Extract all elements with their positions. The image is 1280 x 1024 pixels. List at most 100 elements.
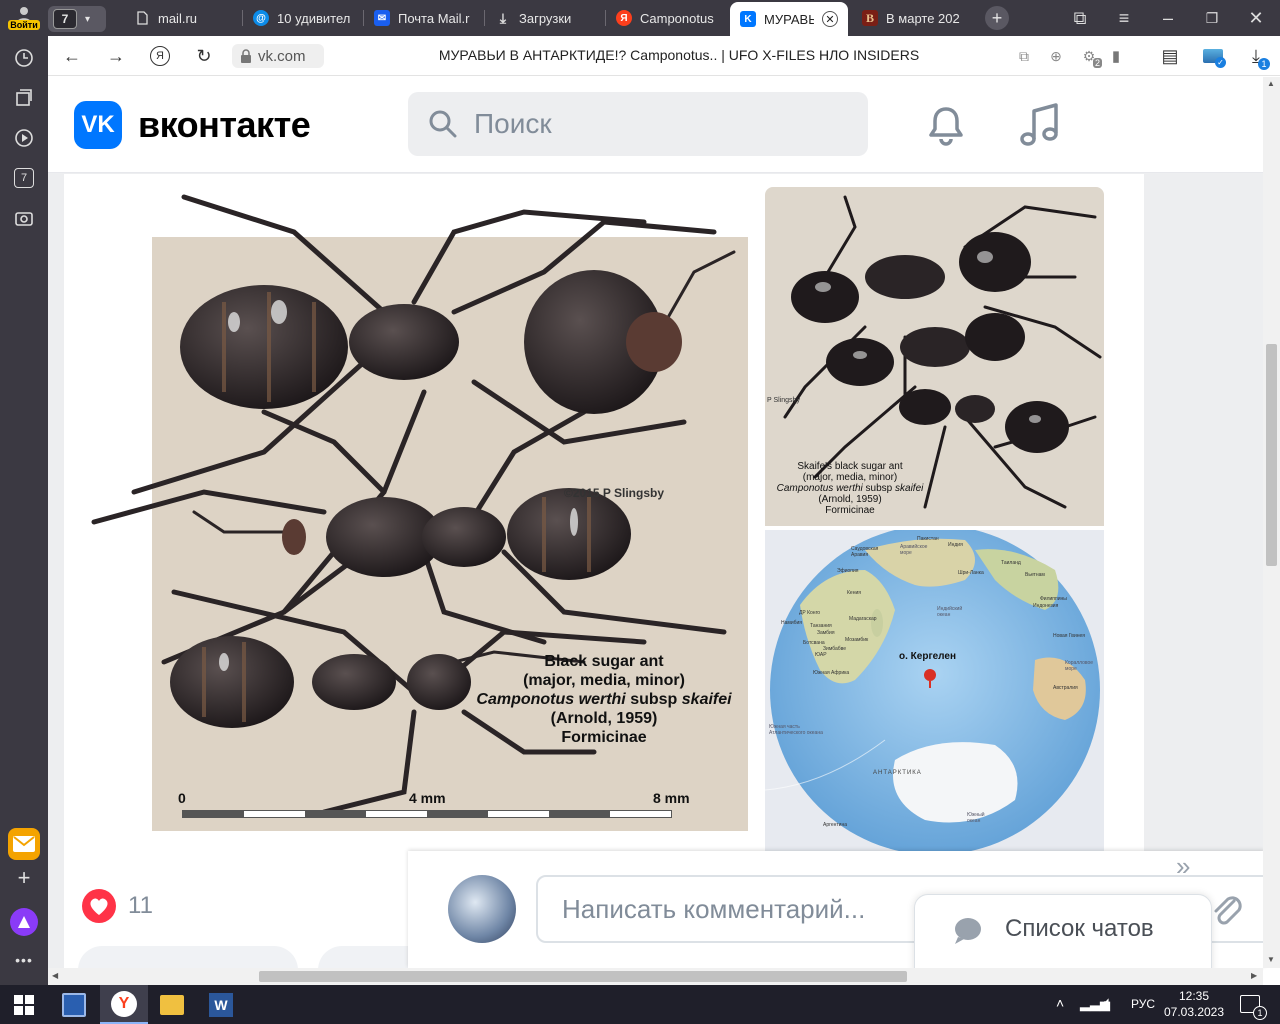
scroll-right-arrow-icon[interactable]: ▶ xyxy=(1251,971,1257,980)
reload-icon[interactable]: ↻ xyxy=(192,44,216,68)
back-arrow-icon[interactable]: ← xyxy=(60,44,84,68)
save-disk-icon[interactable] xyxy=(62,993,86,1017)
globe-map-image[interactable]: о. Кергелен Пакистан Индия Саудовская Ар… xyxy=(765,530,1104,851)
volume-icon[interactable]: 🔈︎ xyxy=(1104,994,1113,1011)
map-label: Южный океан xyxy=(967,812,985,824)
scroll-down-arrow-icon[interactable]: ▼ xyxy=(1267,955,1275,964)
vk-search-box[interactable]: Поиск xyxy=(408,92,868,156)
map-label: Таиланд xyxy=(1001,560,1021,566)
tab-title: Загрузки xyxy=(519,10,572,26)
translate-icon[interactable]: ⧉ xyxy=(1014,46,1034,66)
like-count: 11 xyxy=(128,892,153,919)
word-icon[interactable]: W xyxy=(209,993,233,1017)
map-label: Танзания xyxy=(810,623,832,629)
action-button-partial[interactable] xyxy=(78,946,298,970)
tab-title: В марте 202 xyxy=(886,10,960,26)
restore-icon[interactable]: ❐ xyxy=(1202,8,1222,28)
like-button[interactable]: 11 xyxy=(82,889,153,923)
close-tab-icon[interactable]: ✕ xyxy=(822,11,838,27)
mail-app-icon[interactable] xyxy=(8,828,40,860)
tab-mail-ru[interactable]: mail.ru xyxy=(124,4,242,32)
url-box[interactable]: vk.com xyxy=(232,44,324,68)
map-label: Аргентина xyxy=(823,822,847,828)
notifications-icon[interactable]: 1 xyxy=(1240,995,1267,1020)
windows-taskbar: Y W ˄ ▂▃▅ 🔈︎ РУС 12:35 07.03.2023 1 xyxy=(0,985,1280,1024)
caption-line2: (major, media, minor) xyxy=(523,672,685,689)
chats-list-button[interactable]: Список чатов xyxy=(914,894,1212,974)
tray-chevron-icon[interactable]: ˄ xyxy=(1056,995,1064,1011)
horizontal-scroll-thumb[interactable] xyxy=(259,971,907,982)
ant-photo-image[interactable]: P Slingsby Skaife's black sugar ant (maj… xyxy=(765,187,1104,526)
file-explorer-icon[interactable] xyxy=(160,995,184,1015)
downloads-icon[interactable]: ⤓ 1 xyxy=(1244,44,1270,70)
map-label: Индонезия xyxy=(1033,603,1059,609)
add-app-icon[interactable]: + xyxy=(12,865,36,890)
chats-list-label: Список чатов xyxy=(1005,915,1154,942)
vertical-scroll-thumb[interactable] xyxy=(1266,344,1277,566)
new-tab-button[interactable]: + xyxy=(985,6,1009,30)
protect-icon[interactable]: ⚙ 2 xyxy=(1076,44,1102,68)
horizontal-scrollbar[interactable]: ◀ ▶ xyxy=(48,968,1263,985)
map-label: АНТАРКТИКА xyxy=(873,770,922,776)
music-note-icon[interactable] xyxy=(1018,101,1062,149)
reader-icon[interactable]: ▤ xyxy=(1158,44,1182,68)
vk-icon: K xyxy=(740,11,756,27)
zoom-icon[interactable]: ⊕ xyxy=(1046,46,1066,66)
map-label: Шри-Ланка xyxy=(958,570,984,576)
mail-at-icon: @ xyxy=(253,10,269,26)
history-icon[interactable] xyxy=(12,46,36,70)
image-extension-icon[interactable]: ✓ xyxy=(1200,44,1226,68)
screenshot-camera-icon[interactable] xyxy=(12,206,36,230)
alice-assistant-icon[interactable] xyxy=(10,908,38,936)
envelope-icon: ✉ xyxy=(374,10,390,26)
tab-10-facts[interactable]: @ 10 удивител xyxy=(243,4,363,32)
lock-icon xyxy=(241,49,251,63)
caption-line5: Formicinae xyxy=(561,729,647,746)
tab-vk-active[interactable]: K МУРАВЬИ ✕ xyxy=(730,2,848,36)
attach-paperclip-icon[interactable] xyxy=(1208,889,1244,929)
yandex-logo-icon[interactable]: Я xyxy=(148,44,172,68)
ant-illustration-image[interactable]: ©2015 P Slingsby Black sugar ant (major,… xyxy=(84,192,748,832)
scroll-up-arrow-icon[interactable]: ▲ xyxy=(1267,79,1275,88)
vk-logo[interactable]: VK вконтакте xyxy=(74,101,311,149)
scale-zero: 0 xyxy=(178,790,186,806)
bookmark-icon[interactable]: ▮ xyxy=(1106,46,1126,66)
address-bar: ← → Я ↻ vk.com МУРАВЬИ В АНТАРКТИДЕ!? Ca… xyxy=(48,36,1280,76)
language-indicator[interactable]: РУС xyxy=(1131,997,1155,1011)
sidebar-badge-icon[interactable]: 7 xyxy=(12,166,36,190)
tab-mail-inbox[interactable]: ✉ Почта Mail.r xyxy=(364,4,484,32)
minimize-icon[interactable]: – xyxy=(1158,8,1178,28)
more-dots-icon[interactable]: ••• xyxy=(12,948,36,972)
tab-march[interactable]: B В марте 202 xyxy=(852,4,970,32)
menu-icon[interactable]: ≡ xyxy=(1114,8,1134,28)
tab-counter-button[interactable]: 7 ▾ xyxy=(48,6,106,32)
collections-icon[interactable]: ⧉ xyxy=(1070,8,1090,28)
caption-line1: Black sugar ant xyxy=(544,653,664,670)
tab-downloads[interactable]: ⤓ Загрузки xyxy=(485,4,605,32)
scroll-left-arrow-icon[interactable]: ◀ xyxy=(52,971,58,980)
clock[interactable]: 12:35 07.03.2023 xyxy=(1162,988,1226,1020)
map-label: Австралия xyxy=(1053,685,1078,691)
vertical-scrollbar[interactable]: ▲ ▼ xyxy=(1263,77,1280,968)
tab-title: Почта Mail.r xyxy=(398,10,470,26)
tab-yandex-camponotus[interactable]: Я Camponotus xyxy=(606,4,726,32)
notifications-bell-icon[interactable] xyxy=(924,103,968,147)
map-label: ЮАР xyxy=(815,652,827,658)
yandex-browser-taskbar-icon[interactable]: Y xyxy=(100,985,148,1024)
search-input[interactable]: Поиск xyxy=(474,108,552,140)
map-label: Кения xyxy=(847,590,861,596)
map-label: Зимбабве xyxy=(823,646,846,652)
close-window-icon[interactable]: ✕ xyxy=(1246,8,1266,28)
clock-time: 12:35 xyxy=(1178,989,1210,1003)
b-letter-icon: B xyxy=(862,10,878,26)
map-label: Новая Гвинея xyxy=(1053,633,1085,639)
video-play-icon[interactable] xyxy=(12,126,36,150)
forward-arrow-icon[interactable]: → xyxy=(104,44,128,68)
windows-start-icon[interactable] xyxy=(14,995,34,1015)
profile-button[interactable]: Войти xyxy=(4,2,44,34)
map-label: Саудовская Аравия xyxy=(851,546,879,558)
page-title: МУРАВЬИ В АНТАРКТИДЕ!? Camponotus.. | UF… xyxy=(438,47,920,63)
browser-tab-bar: Войти 7 ▾ mail.ru @ 10 удивител ✉ Почта … xyxy=(0,0,1280,36)
avatar[interactable] xyxy=(448,875,516,943)
tabs-collection-icon[interactable] xyxy=(12,86,36,110)
